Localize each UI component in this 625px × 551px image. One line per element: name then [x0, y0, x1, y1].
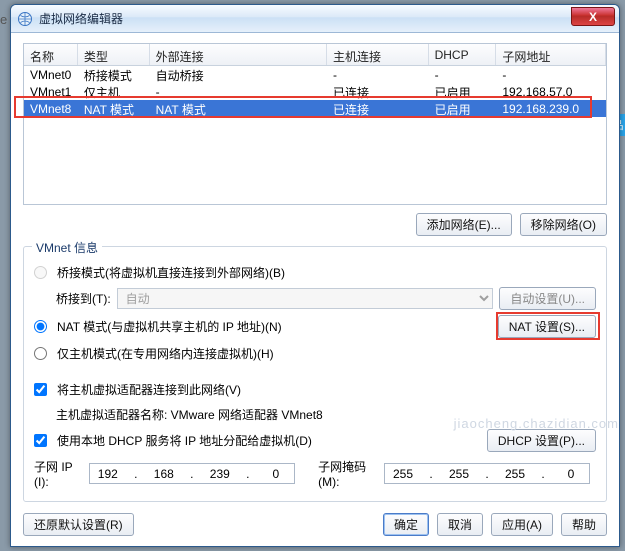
- dhcp-settings-button[interactable]: DHCP 设置(P)...: [487, 429, 596, 452]
- group-legend: VMnet 信息: [32, 239, 102, 256]
- col-dhcp[interactable]: DHCP: [429, 44, 497, 65]
- cell: 192.168.239.0: [496, 101, 606, 116]
- col-type[interactable]: 类型: [78, 44, 150, 65]
- cell: 桥接模式: [78, 66, 150, 84]
- connect-host-checkbox[interactable]: [34, 383, 47, 396]
- nat-label: NAT 模式(与虚拟机共享主机的 IP 地址)(N): [57, 318, 282, 335]
- use-dhcp-checkbox[interactable]: [34, 434, 47, 447]
- subnet-mask-label: 子网掩码(M):: [318, 458, 378, 489]
- subnet-ip-label: 子网 IP (I):: [34, 458, 83, 489]
- cell: VMnet1: [24, 84, 78, 99]
- bridge-to-select[interactable]: 自动: [117, 288, 494, 309]
- restore-defaults-button[interactable]: 还原默认设置(R): [23, 513, 134, 536]
- col-subnet[interactable]: 子网地址: [496, 44, 606, 65]
- ip-octet[interactable]: 0: [557, 467, 585, 481]
- titlebar[interactable]: 虚拟网络编辑器 X: [11, 5, 619, 33]
- vmnet-info-group: VMnet 信息 桥接模式(将虚拟机直接连接到外部网络)(B) 桥接到(T): …: [23, 246, 607, 502]
- background-letter: e: [0, 12, 7, 27]
- client-area: 名称 类型 外部连接 主机连接 DHCP 子网地址 VMnet0 桥接模式 自动…: [11, 33, 619, 512]
- ip-octet[interactable]: 255: [445, 467, 473, 481]
- hostonly-radio[interactable]: [34, 347, 47, 360]
- apply-button[interactable]: 应用(A): [491, 513, 553, 536]
- hostonly-mode-row: 仅主机模式(在专用网络内连接虚拟机)(H): [34, 343, 596, 363]
- cell: VMnet8: [24, 101, 78, 116]
- col-ext[interactable]: 外部连接: [150, 44, 327, 65]
- close-button[interactable]: X: [571, 7, 615, 26]
- subnet-mask-input[interactable]: 255. 255. 255. 0: [384, 463, 590, 484]
- ip-octet[interactable]: 192: [94, 467, 122, 481]
- col-host[interactable]: 主机连接: [327, 44, 429, 65]
- subnet-ip-input[interactable]: 192. 168. 239. 0: [89, 463, 295, 484]
- cell: 自动桥接: [150, 66, 327, 84]
- adapter-name-text: 主机虚拟适配器名称: VMware 网络适配器 VMnet8: [56, 406, 323, 423]
- use-dhcp-label: 使用本地 DHCP 服务将 IP 地址分配给虚拟机(D): [57, 432, 312, 449]
- table-buttons: 添加网络(E)... 移除网络(O): [23, 213, 607, 236]
- cell: 已启用: [429, 83, 497, 101]
- use-dhcp-row: 使用本地 DHCP 服务将 IP 地址分配给虚拟机(D) DHCP 设置(P).…: [34, 429, 596, 452]
- ip-octet[interactable]: 239: [206, 467, 234, 481]
- adapter-name-row: 主机虚拟适配器名称: VMware 网络适配器 VMnet8: [56, 404, 596, 424]
- subnet-row: 子网 IP (I): 192. 168. 239. 0 子网掩码(M): 255…: [34, 458, 596, 489]
- table-row[interactable]: VMnet0 桥接模式 自动桥接 - - -: [24, 66, 606, 83]
- bridge-radio[interactable]: [34, 266, 47, 279]
- cell: NAT 模式: [78, 100, 150, 118]
- cell: 已启用: [429, 100, 497, 118]
- window-title: 虚拟网络编辑器: [39, 10, 123, 27]
- cell: 已连接: [327, 100, 429, 118]
- cell: -: [327, 67, 429, 82]
- nat-radio[interactable]: [34, 320, 47, 333]
- cell: NAT 模式: [150, 100, 327, 118]
- col-name[interactable]: 名称: [24, 44, 78, 65]
- add-network-button[interactable]: 添加网络(E)...: [416, 213, 512, 236]
- cell: 192.168.57.0: [496, 84, 606, 99]
- ip-octet[interactable]: 255: [389, 467, 417, 481]
- network-table[interactable]: 名称 类型 外部连接 主机连接 DHCP 子网地址 VMnet0 桥接模式 自动…: [23, 43, 607, 205]
- app-icon: [17, 11, 33, 27]
- table-body: VMnet0 桥接模式 自动桥接 - - - VMnet1 仅主机 - 已连接 …: [24, 66, 606, 117]
- dialog-window: 虚拟网络编辑器 X 名称 类型 外部连接 主机连接 DHCP 子网地址 VMne…: [10, 4, 620, 547]
- cell: VMnet0: [24, 67, 78, 82]
- cell: -: [150, 84, 327, 99]
- table-header: 名称 类型 外部连接 主机连接 DHCP 子网地址: [24, 44, 606, 66]
- ip-octet[interactable]: 255: [501, 467, 529, 481]
- nat-mode-row: NAT 模式(与虚拟机共享主机的 IP 地址)(N) NAT 设置(S)...: [34, 315, 596, 338]
- bridge-to-label: 桥接到(T):: [56, 290, 111, 307]
- connect-host-row: 将主机虚拟适配器连接到此网络(V): [34, 379, 596, 399]
- connect-host-label: 将主机虚拟适配器连接到此网络(V): [57, 381, 241, 398]
- ip-octet[interactable]: 0: [262, 467, 290, 481]
- table-row[interactable]: VMnet1 仅主机 - 已连接 已启用 192.168.57.0: [24, 83, 606, 100]
- cell: 已连接: [327, 83, 429, 101]
- cell: -: [429, 67, 497, 82]
- help-button[interactable]: 帮助: [561, 513, 607, 536]
- cell: 仅主机: [78, 83, 150, 101]
- remove-network-button[interactable]: 移除网络(O): [520, 213, 607, 236]
- bridge-mode-row: 桥接模式(将虚拟机直接连接到外部网络)(B): [34, 262, 596, 282]
- hostonly-label: 仅主机模式(在专用网络内连接虚拟机)(H): [57, 345, 274, 362]
- cancel-button[interactable]: 取消: [437, 513, 483, 536]
- bridge-to-row: 桥接到(T): 自动 自动设置(U)...: [56, 287, 596, 310]
- bridge-label: 桥接模式(将虚拟机直接连接到外部网络)(B): [57, 264, 285, 281]
- dialog-buttons: 还原默认设置(R) 确定 取消 应用(A) 帮助: [23, 513, 607, 536]
- auto-settings-button[interactable]: 自动设置(U)...: [499, 287, 596, 310]
- ok-button[interactable]: 确定: [383, 513, 429, 536]
- ip-octet[interactable]: 168: [150, 467, 178, 481]
- nat-settings-button[interactable]: NAT 设置(S)...: [498, 315, 596, 338]
- cell: -: [496, 67, 606, 82]
- table-row-selected[interactable]: VMnet8 NAT 模式 NAT 模式 已连接 已启用 192.168.239…: [24, 100, 606, 117]
